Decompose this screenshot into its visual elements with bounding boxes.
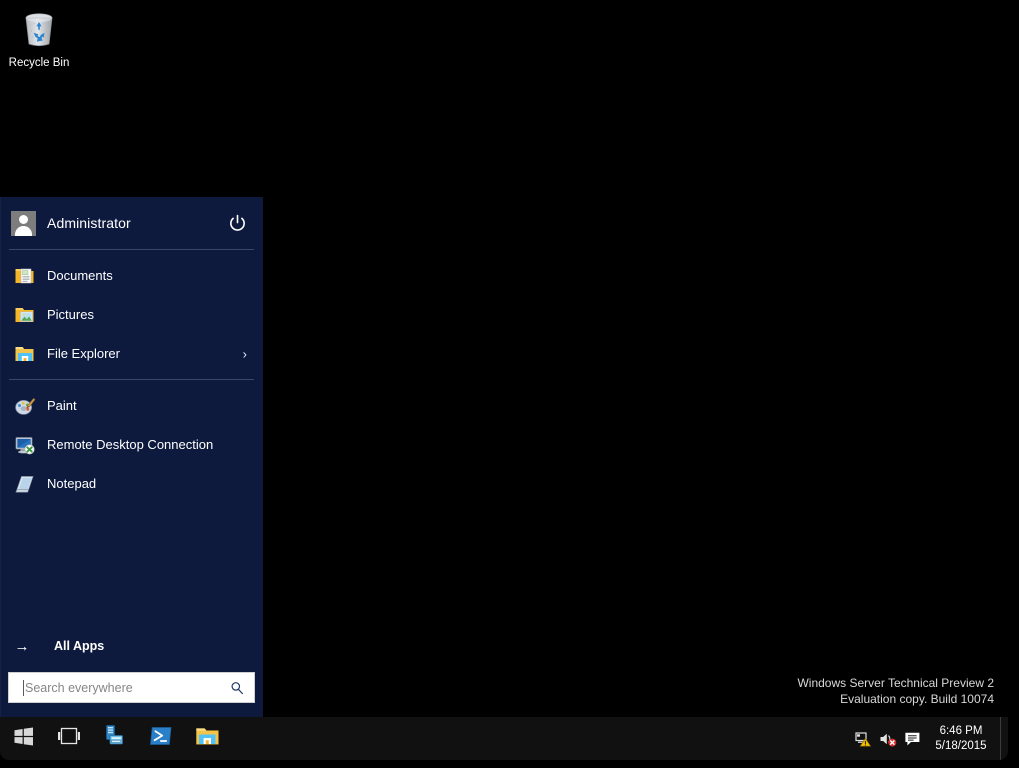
taskbar-app-file-explorer[interactable] bbox=[184, 717, 230, 760]
system-tray: 6:46 PM 5/18/2015 bbox=[852, 717, 1008, 760]
documents-folder-icon bbox=[14, 265, 36, 287]
remote-desktop-icon bbox=[14, 434, 36, 456]
server-manager-icon bbox=[102, 724, 128, 753]
taskbar[interactable]: 6:46 PM 5/18/2015 bbox=[0, 717, 1008, 760]
clock-time: 6:46 PM bbox=[939, 724, 983, 737]
desktop-icon-label: Recycle Bin bbox=[8, 57, 70, 69]
network-warning-icon[interactable] bbox=[852, 717, 876, 760]
task-view-button[interactable] bbox=[46, 717, 92, 760]
watermark-line-1: Windows Server Technical Preview 2 bbox=[797, 676, 994, 690]
action-center-icon[interactable] bbox=[900, 717, 924, 760]
file-explorer-icon bbox=[14, 343, 36, 365]
search-input[interactable] bbox=[25, 680, 215, 695]
pictures-folder-icon bbox=[14, 304, 36, 326]
power-icon[interactable] bbox=[225, 211, 249, 235]
search-icon[interactable] bbox=[230, 681, 244, 695]
start-button[interactable] bbox=[0, 717, 46, 760]
arrow-right-icon: → bbox=[14, 637, 30, 655]
start-menu[interactable]: Administrator Documents Pictures File Ex… bbox=[0, 197, 263, 717]
start-menu-user-row[interactable]: Administrator bbox=[0, 197, 263, 249]
desktop[interactable]: Recycle Bin Windows Server Technical Pre… bbox=[0, 0, 1008, 717]
notepad-icon bbox=[14, 473, 36, 495]
desktop-icon-recycle-bin[interactable]: Recycle Bin bbox=[6, 6, 72, 70]
start-menu-apps-list: Paint Remote Desktop Connection Notepad bbox=[0, 380, 263, 503]
clock[interactable]: 6:46 PM 5/18/2015 bbox=[924, 724, 1000, 754]
all-apps-button[interactable]: → All Apps bbox=[0, 626, 263, 666]
all-apps-label: All Apps bbox=[54, 639, 105, 653]
windows-logo-icon bbox=[13, 726, 34, 752]
user-avatar-icon bbox=[11, 210, 36, 236]
start-menu-item-label: Remote Desktop Connection bbox=[47, 437, 214, 452]
taskbar-app-server-manager[interactable] bbox=[92, 717, 138, 760]
start-menu-item-remote-desktop-connection[interactable]: Remote Desktop Connection bbox=[0, 425, 263, 464]
user-divider bbox=[9, 249, 254, 250]
taskbar-buttons bbox=[0, 717, 230, 760]
evaluation-watermark: Windows Server Technical Preview 2 Evalu… bbox=[797, 675, 994, 707]
clock-date: 5/18/2015 bbox=[935, 739, 987, 752]
powershell-icon bbox=[149, 725, 173, 752]
start-menu-places-list: Documents Pictures File Explorer › bbox=[0, 250, 263, 373]
start-menu-item-label: Documents bbox=[47, 268, 113, 283]
chevron-right-icon: › bbox=[242, 346, 247, 361]
recycle-bin-icon bbox=[15, 6, 63, 54]
taskbar-app-windows-powershell[interactable] bbox=[138, 717, 184, 760]
start-menu-item-notepad[interactable]: Notepad bbox=[0, 464, 263, 503]
start-menu-item-label: File Explorer bbox=[47, 346, 120, 361]
text-caret bbox=[23, 680, 24, 696]
show-desktop-button[interactable] bbox=[1000, 717, 1008, 760]
watermark-line-2: Evaluation copy. Build 10074 bbox=[840, 692, 994, 706]
start-menu-item-documents[interactable]: Documents bbox=[0, 256, 263, 295]
search-box[interactable] bbox=[8, 672, 255, 703]
screen: Recycle Bin Windows Server Technical Pre… bbox=[0, 0, 1008, 760]
user-name: Administrator bbox=[47, 215, 131, 231]
start-menu-item-label: Paint bbox=[47, 398, 77, 413]
start-menu-item-paint[interactable]: Paint bbox=[0, 386, 263, 425]
start-menu-item-label: Pictures bbox=[47, 307, 94, 322]
file-explorer-taskbar-icon bbox=[195, 725, 220, 752]
task-view-icon bbox=[57, 727, 81, 750]
start-menu-item-label: Notepad bbox=[47, 476, 97, 491]
volume-muted-icon[interactable] bbox=[876, 717, 900, 760]
start-menu-item-pictures[interactable]: Pictures bbox=[0, 295, 263, 334]
start-menu-item-file-explorer[interactable]: File Explorer › bbox=[0, 334, 263, 373]
paint-icon bbox=[14, 395, 36, 417]
start-menu-spacer bbox=[0, 503, 263, 626]
places-apps-divider bbox=[9, 379, 254, 380]
